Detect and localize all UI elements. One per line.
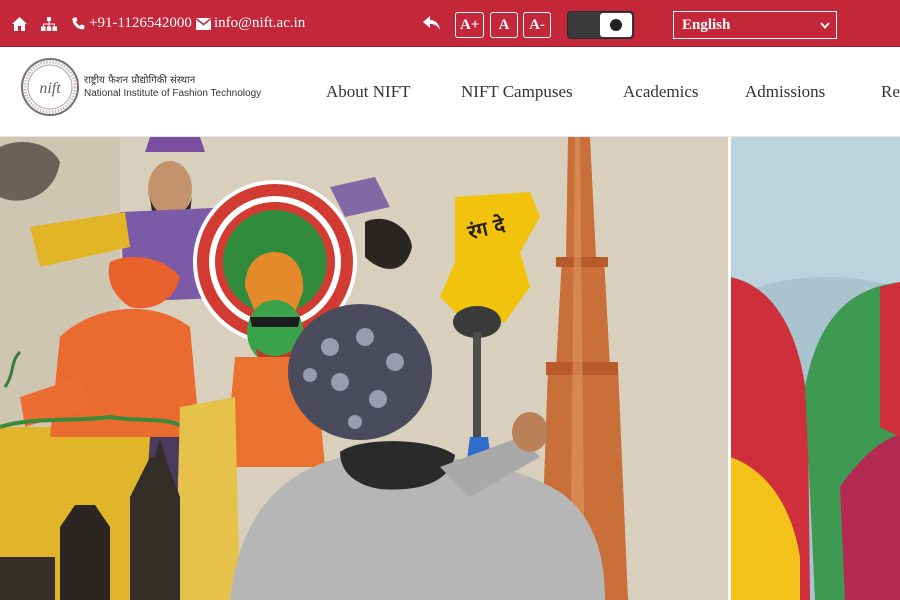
nav-research-truncated[interactable]: Re [881,82,900,102]
home-icon[interactable] [12,0,27,47]
institute-name: राष्ट्रीय फैशन प्रौद्योगिकी संस्थान Nati… [84,74,261,100]
logo-wordmark: nift [39,80,61,97]
chevron-down-icon [820,21,830,29]
font-decrease-button[interactable]: A- [523,12,551,38]
institute-name-hindi: राष्ट्रीय फैशन प्रौद्योगिकी संस्थान [84,75,196,86]
nav-nift-campuses[interactable]: NIFT Campuses [461,82,573,102]
envelope-icon [196,17,211,30]
nav-about-nift[interactable]: About NIFT [326,82,411,102]
language-selected: English [682,16,731,33]
institute-name-english: National Institute of Fashion Technology [84,88,262,99]
font-reset-button[interactable]: A [490,12,518,38]
back-reply-icon[interactable] [423,0,441,47]
nav-admissions[interactable]: Admissions [745,82,825,102]
sitemap-icon[interactable] [41,0,57,47]
phone-contact[interactable]: +91-1126542000 [72,0,192,47]
font-increase-button[interactable]: A+ [455,12,485,38]
top-utility-bar: +91-1126542000 info@nift.ac.in A+ A A- E… [0,0,900,47]
phone-number: +91-1126542000 [89,15,192,31]
email-contact[interactable]: info@nift.ac.in [196,0,305,47]
phone-icon [72,17,85,30]
site-header: nift राष्ट्रीय फैशन प्रौद्योगिकी संस्थान… [0,47,900,137]
hero-mural-image: रंग दे [0,137,900,600]
nift-logo[interactable]: nift [20,57,80,117]
nav-academics[interactable]: Academics [623,82,699,102]
hero-carousel[interactable]: रंग दे [0,137,900,600]
email-address: info@nift.ac.in [214,15,306,31]
toggle-knob [600,13,632,37]
contrast-toggle[interactable] [567,11,634,39]
language-select[interactable]: English [673,11,837,39]
